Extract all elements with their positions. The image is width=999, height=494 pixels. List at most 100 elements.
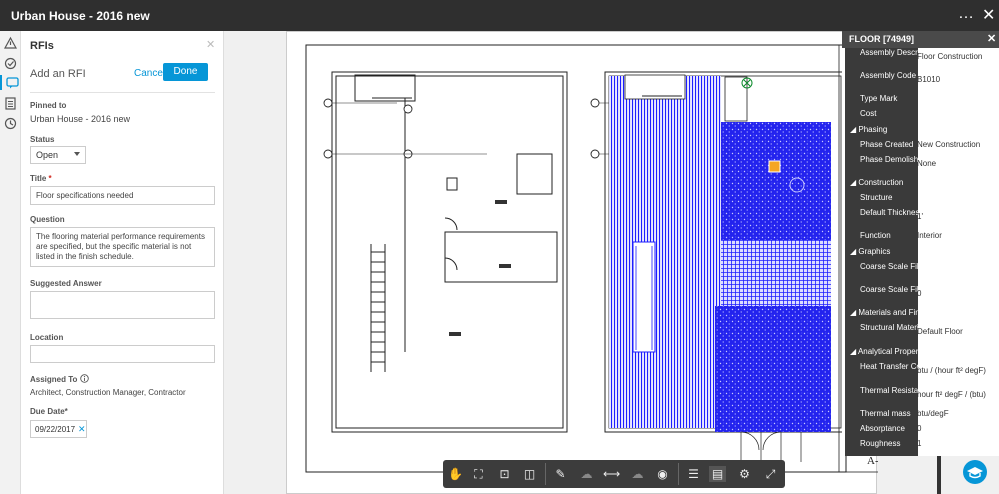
section-phasing-label: Phasing	[858, 125, 888, 134]
divider	[30, 92, 215, 93]
chevron-down-icon	[74, 152, 80, 156]
add-rfi-label: Add an RFI	[30, 68, 86, 80]
app-header: Urban House - 2016 new … ✕	[0, 0, 999, 31]
status-label: Status	[30, 135, 55, 144]
section-materials[interactable]: ◢ Materials and Finishes	[850, 309, 938, 317]
markup-icon[interactable]: ✎	[552, 466, 569, 482]
status-select[interactable]: Open	[30, 146, 86, 164]
question-label: Question	[30, 215, 65, 224]
graduation-cap-icon	[967, 467, 983, 479]
prop-name-roughness: Roughness	[860, 439, 901, 448]
title-label: Title *	[30, 174, 52, 183]
compare-icon[interactable]: ☁	[629, 466, 646, 482]
properties-title: FLOOR [74949]	[849, 34, 915, 44]
close-panel-icon[interactable]: ✕	[206, 38, 215, 51]
settings-icon[interactable]: ⚙	[736, 466, 753, 482]
prop-name-structural-material: Structural Material	[860, 323, 925, 332]
rfi-pin-marker[interactable]	[768, 160, 781, 173]
required-marker: *	[48, 174, 52, 183]
checklist-icon[interactable]	[3, 56, 18, 71]
sheet-properties-icon[interactable]: ▤	[709, 466, 726, 482]
title-label-text: Title	[30, 174, 47, 183]
section-graphics-label: Graphics	[858, 247, 891, 256]
drawing-sheet[interactable]: A-1	[286, 31, 884, 494]
properties-header: FLOOR [74949] ✕	[842, 31, 999, 48]
section-phasing[interactable]: ◢ Phasing	[850, 126, 887, 134]
prop-value-thermal-resistance: hour ft² degF / (btu)	[917, 390, 986, 399]
visibility-icon[interactable]: ◉	[654, 466, 671, 482]
clear-date-icon[interactable]: ✕	[78, 424, 86, 435]
section-analytical[interactable]: ◢ Analytical Properties	[850, 348, 931, 356]
prop-value-function: Interior	[917, 231, 942, 240]
prop-value-phase-demolished: None	[917, 159, 937, 168]
cloud-icon[interactable]: ☁	[578, 466, 595, 482]
close-app-button[interactable]: ✕	[982, 5, 995, 25]
title-field[interactable]: Floor specifications needed	[30, 186, 215, 205]
more-options-button[interactable]: …	[958, 5, 975, 23]
pinned-to-label: Pinned to	[30, 101, 67, 110]
layers-icon[interactable]: ☰	[685, 466, 702, 482]
toolbar-separator	[678, 463, 679, 485]
prop-value-heat-transfer: btu / (hour ft² degF)	[917, 366, 986, 375]
warning-icon[interactable]	[3, 36, 18, 51]
prop-name-coarse-fill-color: Coarse Scale Fill Color	[860, 285, 942, 294]
fit-view-icon[interactable]: ⛶	[470, 466, 487, 482]
prop-name-default-thickness: Default Thickness	[860, 208, 924, 217]
fullscreen-icon[interactable]: ⤢	[762, 466, 779, 482]
section-construction[interactable]: ◢ Construction	[850, 179, 903, 187]
prop-name-structure: Structure	[860, 193, 893, 202]
section-graphics[interactable]: ◢ Graphics	[850, 248, 890, 256]
info-icon[interactable]	[79, 374, 89, 383]
prop-name-thermal-mass: Thermal mass	[860, 409, 911, 418]
prop-name-assembly-code: Assembly Code	[860, 71, 917, 80]
prop-value-assembly-code: B1010	[917, 75, 941, 84]
app-title: Urban House - 2016 new	[11, 9, 150, 23]
section-construction-label: Construction	[858, 178, 904, 187]
status-select-value: Open	[36, 150, 59, 160]
split-view-icon[interactable]: ◫	[521, 466, 538, 482]
due-date-label: Due Date*	[30, 407, 68, 416]
prop-name-absorptance: Absorptance	[860, 424, 905, 433]
document-icon[interactable]	[3, 96, 18, 111]
toolbar-separator	[545, 463, 546, 485]
prop-name-coarse-fill-pattern: Coarse Scale Fill Pattern	[860, 262, 949, 271]
section-materials-label: Materials and Finishes	[858, 308, 939, 317]
suggested-answer-label: Suggested Answer	[30, 279, 102, 288]
rfi-chat-icon[interactable]	[0, 75, 21, 90]
section-analytical-label: Analytical Properties	[857, 347, 931, 356]
close-properties-button[interactable]: ✕	[987, 32, 996, 45]
prop-name-phase-created: Phase Created	[860, 140, 914, 149]
prop-value-thermal-mass: btu/degF	[917, 409, 949, 418]
prop-value-roughness: 1	[917, 439, 922, 448]
prop-value-phase-created: New Construction	[917, 140, 981, 149]
pan-hand-icon[interactable]: ✋	[447, 466, 464, 482]
prop-name-cost: Cost	[860, 109, 877, 118]
cancel-button[interactable]: Cancel	[134, 68, 165, 79]
prop-value-assembly-description: Floor Construction	[917, 52, 983, 61]
question-textarea[interactable]: The flooring material performance requir…	[30, 227, 215, 267]
location-label: Location	[30, 333, 64, 342]
viewer-toolbar: ✋ ⛶ ⊡ ◫ ✎ ☁ ⟷ ☁ ◉ ☰ ▤ ⚙ ⤢	[443, 460, 785, 488]
sheet-number: A-1	[867, 455, 878, 467]
left-rail	[0, 31, 21, 494]
assigned-to-value: Architect, Construction Manager, Contrac…	[30, 388, 186, 397]
assigned-to-label: Assigned To	[30, 374, 89, 384]
measure-icon[interactable]: ⟷	[603, 466, 620, 482]
prop-value-coarse-fill-color: 0	[917, 289, 922, 298]
prop-name-type-mark: Type Mark	[860, 94, 898, 103]
done-button[interactable]: Done	[163, 63, 208, 81]
prop-name-function: Function	[860, 231, 891, 240]
location-field[interactable]	[30, 345, 215, 363]
due-date-field[interactable]: 09/22/2017 ✕	[30, 420, 87, 438]
clock-icon[interactable]	[3, 116, 18, 131]
suggested-answer-textarea[interactable]	[30, 291, 215, 319]
rfi-panel-title: RFIs	[30, 40, 54, 52]
zoom-window-icon[interactable]: ⊡	[496, 466, 513, 482]
assigned-to-label-text: Assigned To	[30, 375, 78, 384]
properties-panel: FLOOR [74949] ✕ Assembly Description Flo…	[842, 31, 999, 456]
pinned-to-value: Urban House - 2016 new	[30, 114, 131, 124]
prop-value-absorptance: 0	[917, 424, 922, 433]
prop-value-structural-material: Default Floor	[917, 327, 963, 336]
floor-plan-drawing[interactable]: A-1	[287, 32, 884, 494]
learning-center-button[interactable]	[963, 460, 987, 484]
